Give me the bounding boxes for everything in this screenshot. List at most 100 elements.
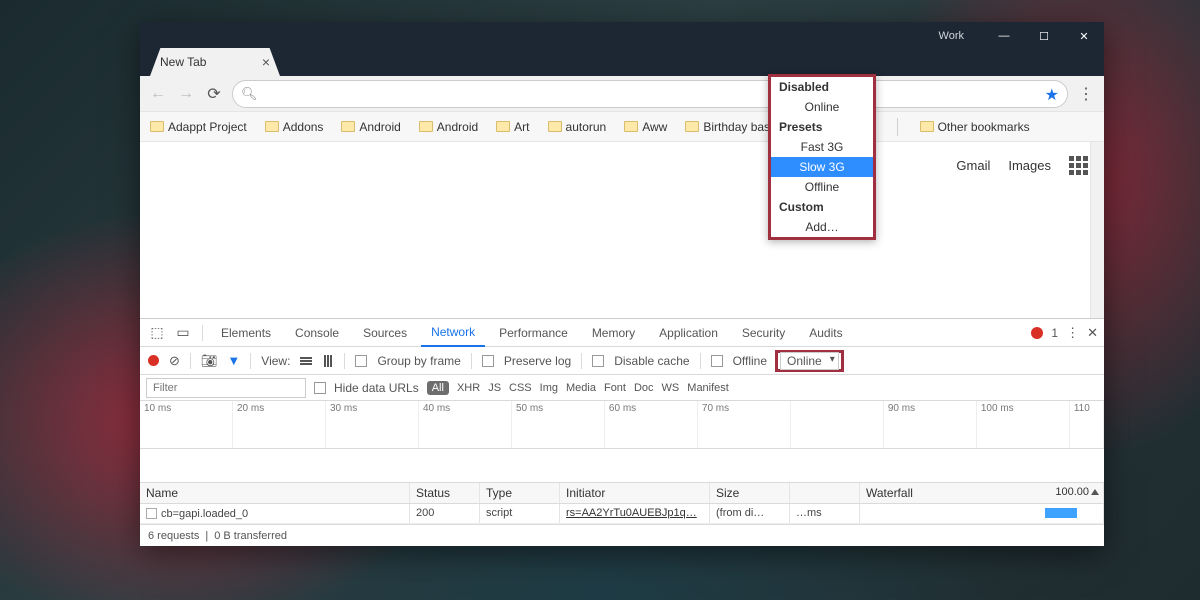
filter-type-js[interactable]: JS: [488, 382, 501, 394]
throttle-select[interactable]: Online: [780, 352, 839, 370]
devtools-menu-icon[interactable]: ⋮: [1066, 325, 1079, 341]
filter-toggle-icon[interactable]: ▼: [227, 353, 240, 368]
throttle-option-offline[interactable]: Offline: [771, 177, 873, 197]
preserve-log-label: Preserve log: [504, 354, 571, 368]
filter-type-all[interactable]: All: [427, 381, 449, 395]
group-by-frame-checkbox[interactable]: [355, 355, 367, 367]
header-name[interactable]: Name: [140, 483, 410, 503]
other-bookmarks-folder[interactable]: Other bookmarks: [920, 120, 1030, 134]
timeline-tick: [791, 401, 884, 448]
header-waterfall[interactable]: Waterfall 100.00: [860, 483, 1104, 503]
content-top-links: Gmail Images: [956, 156, 1088, 175]
page-scrollbar[interactable]: [1090, 142, 1104, 318]
apps-grid-icon[interactable]: [1069, 156, 1088, 175]
tab-application[interactable]: Application: [649, 319, 728, 347]
window-controls: Work — ☐ ✕: [939, 22, 1104, 50]
timeline-tick: 10 ms: [140, 401, 233, 448]
device-toolbar-icon[interactable]: ▭: [172, 324, 194, 341]
folder-icon: [341, 121, 355, 132]
network-status-bar: 6 requests | 0 B transferred: [140, 524, 1104, 546]
header-time[interactable]: [790, 483, 860, 503]
record-icon[interactable]: [148, 355, 159, 366]
inspect-element-icon[interactable]: ⬚: [146, 324, 168, 341]
gmail-link[interactable]: Gmail: [956, 158, 990, 173]
capture-screenshot-icon[interactable]: 📷︎: [201, 353, 218, 369]
disable-cache-checkbox[interactable]: [592, 355, 604, 367]
address-bar[interactable]: 🔍︎ ★: [232, 80, 1068, 108]
bookmark-star-icon[interactable]: ★: [1045, 85, 1059, 105]
offline-checkbox[interactable]: [711, 355, 723, 367]
minimize-button[interactable]: —: [984, 22, 1024, 50]
tab-security[interactable]: Security: [732, 319, 795, 347]
cell-initiator[interactable]: rs=AA2YrTu0AUEBJp1q…: [566, 507, 697, 519]
tab-elements[interactable]: Elements: [211, 319, 281, 347]
throttle-option-add[interactable]: Add…: [771, 217, 873, 237]
bookmark-folder[interactable]: Addons: [265, 120, 324, 134]
bookmark-folder[interactable]: Art: [496, 120, 529, 134]
tab-network[interactable]: Network: [421, 319, 485, 347]
divider: [471, 353, 472, 369]
tab-memory[interactable]: Memory: [582, 319, 645, 347]
close-tab-icon[interactable]: ×: [262, 54, 270, 70]
network-timeline[interactable]: 10 ms 20 ms 30 ms 40 ms 50 ms 60 ms 70 m…: [140, 401, 1104, 449]
network-request-row[interactable]: cb=gapi.loaded_0 200 script rs=AA2YrTu0A…: [140, 504, 1104, 524]
filter-type-manifest[interactable]: Manifest: [687, 382, 729, 394]
tab-console[interactable]: Console: [285, 319, 349, 347]
close-window-button[interactable]: ✕: [1064, 22, 1104, 50]
bookmark-folder[interactable]: Android: [341, 120, 400, 134]
preserve-log-checkbox[interactable]: [482, 355, 494, 367]
tab-performance[interactable]: Performance: [489, 319, 578, 347]
header-status[interactable]: Status: [410, 483, 480, 503]
filter-type-font[interactable]: Font: [604, 382, 626, 394]
filter-type-xhr[interactable]: XHR: [457, 382, 480, 394]
header-type[interactable]: Type: [480, 483, 560, 503]
maximize-button[interactable]: ☐: [1024, 22, 1064, 50]
profile-label[interactable]: Work: [939, 30, 964, 42]
header-size[interactable]: Size: [710, 483, 790, 503]
bookmark-folder[interactable]: Android: [419, 120, 478, 134]
filter-type-media[interactable]: Media: [566, 382, 596, 394]
filter-type-ws[interactable]: WS: [662, 382, 680, 394]
throttle-value: Online: [787, 354, 822, 368]
timeline-tick: 40 ms: [419, 401, 512, 448]
divider: |: [205, 530, 208, 542]
images-link[interactable]: Images: [1008, 158, 1051, 173]
throttle-option-online[interactable]: Online: [771, 97, 873, 117]
bookmark-folder[interactable]: Aww: [624, 120, 667, 134]
back-button[interactable]: ←: [148, 84, 168, 104]
divider: [897, 118, 898, 136]
folder-icon: [920, 121, 934, 132]
large-rows-icon[interactable]: [300, 357, 312, 365]
hide-data-urls-checkbox[interactable]: [314, 382, 326, 394]
clear-icon[interactable]: ⊘: [169, 353, 180, 369]
throttle-option-slow3g[interactable]: Slow 3G: [771, 157, 873, 177]
bookmark-folder[interactable]: Birthday bash: [685, 120, 776, 134]
folder-icon: [624, 121, 638, 132]
tab-audits[interactable]: Audits: [799, 319, 852, 347]
filter-type-doc[interactable]: Doc: [634, 382, 654, 394]
filter-type-img[interactable]: Img: [540, 382, 558, 394]
error-badge-icon[interactable]: [1031, 327, 1043, 339]
reload-button[interactable]: ⟳: [204, 84, 224, 104]
overview-icon[interactable]: [324, 355, 332, 367]
tab-title: New Tab: [160, 55, 206, 69]
devtools-panel: ⬚ ▭ Elements Console Sources Network Per…: [140, 318, 1104, 546]
divider: [190, 353, 191, 369]
dropdown-header-presets: Presets: [771, 117, 873, 137]
header-initiator[interactable]: Initiator: [560, 483, 710, 503]
filter-type-css[interactable]: CSS: [509, 382, 532, 394]
devtools-close-icon[interactable]: ✕: [1087, 325, 1098, 341]
folder-icon: [548, 121, 562, 132]
browser-tab[interactable]: New Tab ×: [150, 48, 280, 76]
tab-sources[interactable]: Sources: [353, 319, 417, 347]
divider: [202, 325, 203, 341]
row-checkbox[interactable]: [146, 508, 157, 519]
throttle-option-fast3g[interactable]: Fast 3G: [771, 137, 873, 157]
filter-input[interactable]: [146, 378, 306, 398]
forward-button[interactable]: →: [176, 84, 196, 104]
cell-name: cb=gapi.loaded_0: [161, 508, 248, 520]
folder-icon: [419, 121, 433, 132]
bookmark-folder[interactable]: Adappt Project: [150, 120, 247, 134]
bookmark-folder[interactable]: autorun: [548, 120, 607, 134]
chrome-menu-button[interactable]: ⋮: [1076, 84, 1096, 104]
